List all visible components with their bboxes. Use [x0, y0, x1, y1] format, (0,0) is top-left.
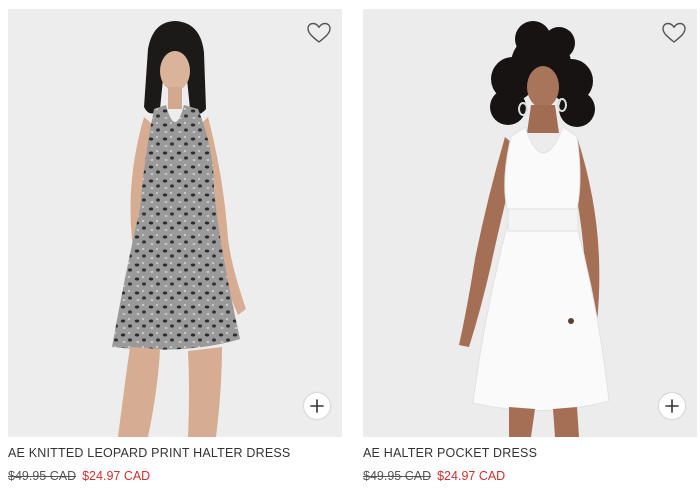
product-price: $49.95 CAD $24.97 CAD	[363, 469, 697, 483]
product-price: $49.95 CAD $24.97 CAD	[8, 469, 342, 483]
model-photo	[8, 9, 342, 437]
product-card[interactable]: AE KNITTED LEOPARD PRINT HALTER DRESS $4…	[8, 9, 342, 483]
favorite-heart-icon[interactable]	[661, 21, 687, 45]
product-card[interactable]: AE HALTER POCKET DRESS $49.95 CAD $24.97 …	[363, 9, 697, 483]
favorite-heart-icon[interactable]	[306, 21, 332, 45]
original-price: $49.95 CAD	[8, 469, 77, 483]
sale-price: $24.97 CAD	[437, 469, 506, 483]
product-image[interactable]	[8, 9, 342, 437]
original-price: $49.95 CAD	[363, 469, 432, 483]
product-name[interactable]: AE KNITTED LEOPARD PRINT HALTER DRESS	[8, 446, 342, 460]
model-photo	[363, 9, 697, 437]
sale-price: $24.97 CAD	[82, 469, 151, 483]
product-name[interactable]: AE HALTER POCKET DRESS	[363, 446, 697, 460]
add-to-bag-plus-icon[interactable]	[659, 393, 685, 419]
product-grid: AE KNITTED LEOPARD PRINT HALTER DRESS $4…	[0, 0, 700, 503]
product-image[interactable]	[363, 9, 697, 437]
add-to-bag-plus-icon[interactable]	[304, 393, 330, 419]
